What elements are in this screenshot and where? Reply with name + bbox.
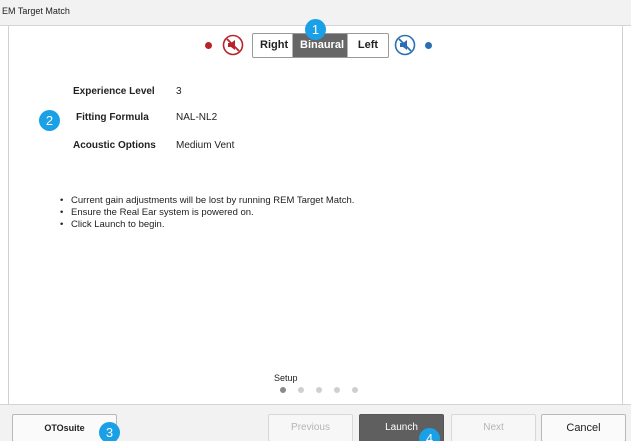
step-dot — [298, 387, 304, 393]
window-title: EM Target Match — [2, 6, 70, 16]
note-text: Current gain adjustments will be lost by… — [71, 195, 355, 206]
previous-button[interactable]: Previous — [268, 414, 353, 441]
speaker-muted-blue-icon[interactable] — [394, 34, 416, 56]
wizard-step-label: Setup — [274, 373, 298, 383]
callout-badge: 3 — [99, 422, 120, 441]
right-ear-indicator-dot — [425, 42, 432, 49]
side-option-left[interactable]: Left — [348, 34, 388, 57]
list-item: • Current gain adjustments will be lost … — [60, 195, 354, 207]
next-button[interactable]: Next — [451, 414, 536, 441]
note-text: Click Launch to begin. — [71, 219, 165, 230]
step-dot — [316, 387, 322, 393]
footer-bar: OTOsuite Previous Launch Next Cancel — [0, 404, 631, 441]
step-dot — [352, 387, 358, 393]
setting-row-fitting-formula: Fitting Formula NAL-NL2 — [0, 112, 631, 130]
cancel-button[interactable]: Cancel — [541, 414, 626, 441]
setting-value: Medium Vent — [176, 140, 235, 151]
wizard-step-indicator — [280, 387, 370, 393]
list-item: • Ensure the Real Ear system is powered … — [60, 207, 354, 219]
list-item: • Click Launch to begin. — [60, 219, 354, 231]
setting-row-acoustic-options: Acoustic Options Medium Vent — [0, 140, 631, 158]
side-option-right[interactable]: Right — [253, 34, 293, 57]
step-dot — [334, 387, 340, 393]
speaker-muted-red-icon[interactable] — [222, 34, 244, 56]
setting-label: Fitting Formula — [76, 112, 149, 123]
bullet-icon: • — [60, 195, 64, 206]
note-text: Ensure the Real Ear system is powered on… — [71, 207, 254, 218]
callout-badge: 1 — [305, 19, 326, 40]
setting-label: Acoustic Options — [73, 140, 156, 151]
left-ear-indicator-dot — [205, 42, 212, 49]
bullet-icon: • — [60, 207, 64, 218]
instructions-list: • Current gain adjustments will be lost … — [60, 195, 354, 231]
setting-value: 3 — [176, 86, 182, 97]
setting-label: Experience Level — [73, 86, 155, 97]
step-dot — [280, 387, 286, 393]
setting-value: NAL-NL2 — [176, 112, 218, 123]
bullet-icon: • — [60, 219, 64, 230]
setting-row-experience-level: Experience Level 3 — [0, 86, 631, 104]
